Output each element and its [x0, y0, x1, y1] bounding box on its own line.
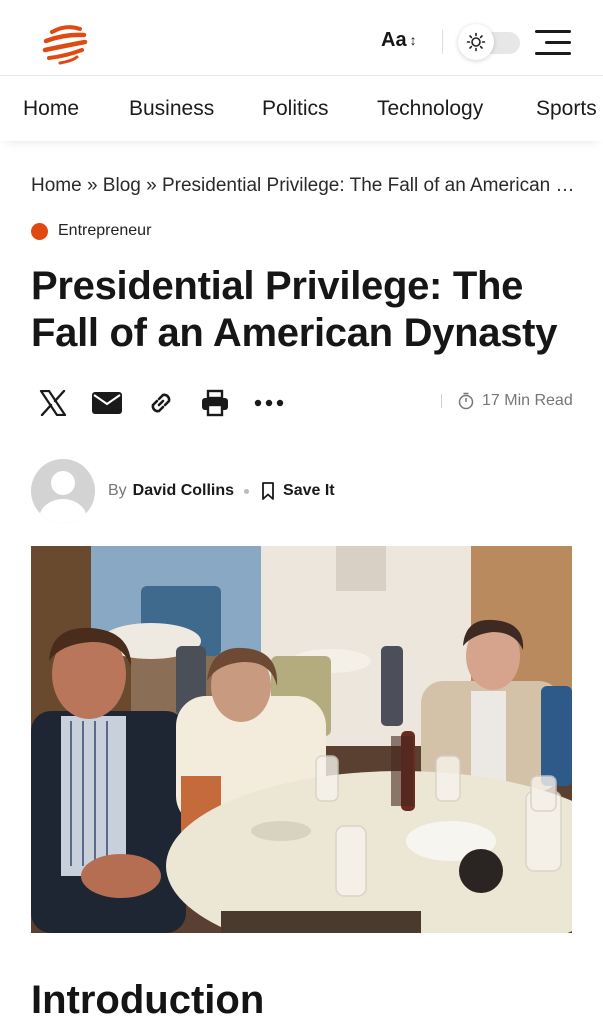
nav-item-politics[interactable]: Politics — [262, 97, 329, 121]
font-size-toggle[interactable]: Aa ↕ — [381, 29, 417, 52]
featured-image — [31, 546, 572, 933]
font-size-arrows-icon: ↕ — [409, 31, 417, 48]
menu-line — [535, 52, 571, 55]
meta-separator — [244, 488, 250, 494]
print-icon[interactable] — [198, 386, 232, 420]
breadcrumb[interactable]: Home » Blog » Presidential Privilege: Th… — [31, 175, 576, 197]
theme-toggle-knob — [458, 24, 494, 60]
author-prefix: By — [108, 482, 127, 499]
save-button[interactable]: Save It — [261, 482, 335, 500]
main-nav: Home Business Politics Technology Sports — [0, 77, 603, 141]
share-bar — [36, 386, 306, 420]
hamburger-menu-icon[interactable] — [535, 30, 573, 56]
author-meta: By David Collins Save It — [31, 459, 335, 523]
site-header: Aa ↕ — [0, 0, 603, 76]
menu-line — [535, 30, 571, 33]
nav-item-home[interactable]: Home — [23, 97, 79, 121]
menu-line — [545, 41, 571, 44]
timer-icon — [458, 392, 474, 410]
nav-item-sports[interactable]: Sports — [536, 97, 597, 121]
font-size-label: Aa — [381, 29, 407, 51]
nav-item-business[interactable]: Business — [129, 97, 214, 121]
author-name[interactable]: David Collins — [133, 482, 234, 500]
read-time-label: 17 Min Read — [482, 392, 573, 409]
more-icon[interactable] — [252, 386, 286, 420]
email-icon[interactable] — [90, 386, 124, 420]
bookmark-icon — [262, 482, 274, 500]
nav-item-technology[interactable]: Technology — [377, 97, 483, 121]
link-icon[interactable] — [144, 386, 178, 420]
read-time-divider — [441, 394, 442, 408]
article-title: Presidential Privilege: The Fall of an A… — [31, 264, 558, 355]
category-dot-icon — [31, 222, 48, 240]
header-divider — [442, 30, 443, 54]
globe-logo-icon[interactable] — [42, 20, 88, 66]
x-icon[interactable] — [36, 386, 70, 420]
category-tag[interactable]: Entrepreneur — [31, 222, 151, 240]
section-heading: Introduction — [31, 978, 265, 1022]
avatar[interactable] — [31, 459, 95, 523]
theme-toggle[interactable] — [458, 24, 520, 60]
read-time: 17 Min Read — [441, 392, 573, 410]
category-label: Entrepreneur — [58, 222, 152, 239]
save-label: Save It — [283, 482, 335, 499]
sun-icon — [466, 32, 486, 52]
